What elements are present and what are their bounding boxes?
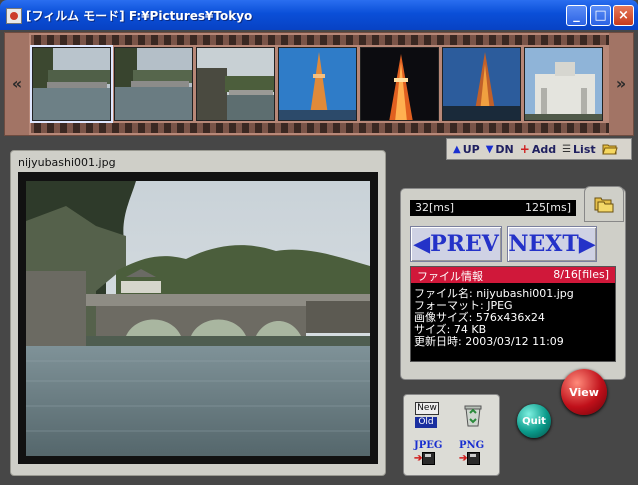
floppy-disk-icon bbox=[467, 452, 481, 465]
thumbnail-1[interactable] bbox=[30, 45, 113, 123]
up-button[interactable]: ▲ UP bbox=[453, 143, 480, 156]
thumbnail-2[interactable] bbox=[114, 47, 193, 121]
list-icon: ☰ bbox=[562, 143, 572, 155]
next-button[interactable]: NEXT▶ bbox=[507, 226, 597, 262]
open-folder-icon bbox=[601, 144, 618, 155]
recycle-bin-icon[interactable] bbox=[460, 402, 486, 428]
photo-frame bbox=[18, 172, 378, 464]
scroll-right-arrow-icon[interactable]: » bbox=[609, 33, 633, 135]
save-png-button[interactable]: PNG ➔ bbox=[459, 440, 484, 465]
thumbnail-7[interactable] bbox=[524, 47, 603, 121]
file-info-panel: ファイル情報 8/16[files] ファイル名: nijyubashi001.… bbox=[410, 266, 616, 362]
timing-left: 32[ms] bbox=[415, 201, 455, 214]
prev-button[interactable]: ◀PREV bbox=[410, 226, 502, 262]
thumbnail-3[interactable] bbox=[196, 47, 275, 121]
close-button[interactable]: × bbox=[613, 5, 634, 26]
app-window: [フィルム モード] F:¥Pictures¥Tokyo _ □ × « » ▲… bbox=[0, 0, 638, 485]
file-count: 8/16[files] bbox=[553, 268, 609, 281]
timing-display: 32[ms] 125[ms] bbox=[410, 200, 576, 216]
scroll-left-arrow-icon[interactable]: « bbox=[5, 33, 29, 135]
folders-icon bbox=[594, 197, 614, 213]
film-toolbar: ▲ UP ▼ DN + Add ☰ List bbox=[446, 138, 632, 160]
main-photo[interactable] bbox=[26, 181, 370, 456]
new-label: New bbox=[415, 402, 439, 415]
down-triangle-icon: ▼ bbox=[485, 143, 494, 155]
maximize-button[interactable]: □ bbox=[590, 5, 611, 26]
down-button[interactable]: ▼ DN bbox=[486, 143, 514, 156]
old-label: Old bbox=[415, 417, 437, 428]
add-button[interactable]: + Add bbox=[520, 142, 556, 156]
thumbnail-6[interactable] bbox=[442, 47, 521, 121]
view-button[interactable]: View bbox=[561, 369, 607, 415]
save-jpeg-button[interactable]: JPEG ➔ bbox=[414, 440, 442, 465]
arrow-icon: ➔ bbox=[414, 453, 423, 464]
minimize-button[interactable]: _ bbox=[566, 5, 587, 26]
list-button[interactable]: ☰ List bbox=[562, 143, 596, 156]
quit-button[interactable]: Quit bbox=[517, 404, 551, 438]
plus-icon: + bbox=[519, 142, 530, 156]
title-bar[interactable]: [フィルム モード] F:¥Pictures¥Tokyo _ □ × bbox=[0, 0, 638, 30]
arrow-icon: ➔ bbox=[459, 453, 468, 464]
up-triangle-icon: ▲ bbox=[453, 143, 461, 155]
film-strip: « » bbox=[4, 32, 634, 136]
film-perforation-top bbox=[31, 35, 609, 45]
film-perforation-bottom bbox=[31, 123, 609, 133]
image-viewer-panel: nijyubashi001.jpg bbox=[10, 150, 386, 476]
timing-right: 125[ms] bbox=[524, 201, 571, 214]
folder-tab[interactable] bbox=[584, 186, 624, 222]
new-old-toggle[interactable]: New Old bbox=[415, 402, 445, 428]
app-icon[interactable] bbox=[6, 8, 22, 24]
open-folder-button[interactable] bbox=[601, 143, 618, 155]
info-modified: 更新日時: 2003/03/12 11:09 bbox=[414, 335, 564, 348]
thumbnail-5[interactable] bbox=[360, 47, 439, 121]
window-title: [フィルム モード] F:¥Pictures¥Tokyo bbox=[26, 9, 253, 23]
current-filename: nijyubashi001.jpg bbox=[18, 156, 116, 169]
file-info-header: ファイル情報 8/16[files] bbox=[411, 267, 615, 283]
file-info-title: ファイル情報 bbox=[417, 270, 483, 283]
floppy-disk-icon bbox=[422, 452, 436, 465]
thumbnail-4[interactable] bbox=[278, 47, 357, 121]
